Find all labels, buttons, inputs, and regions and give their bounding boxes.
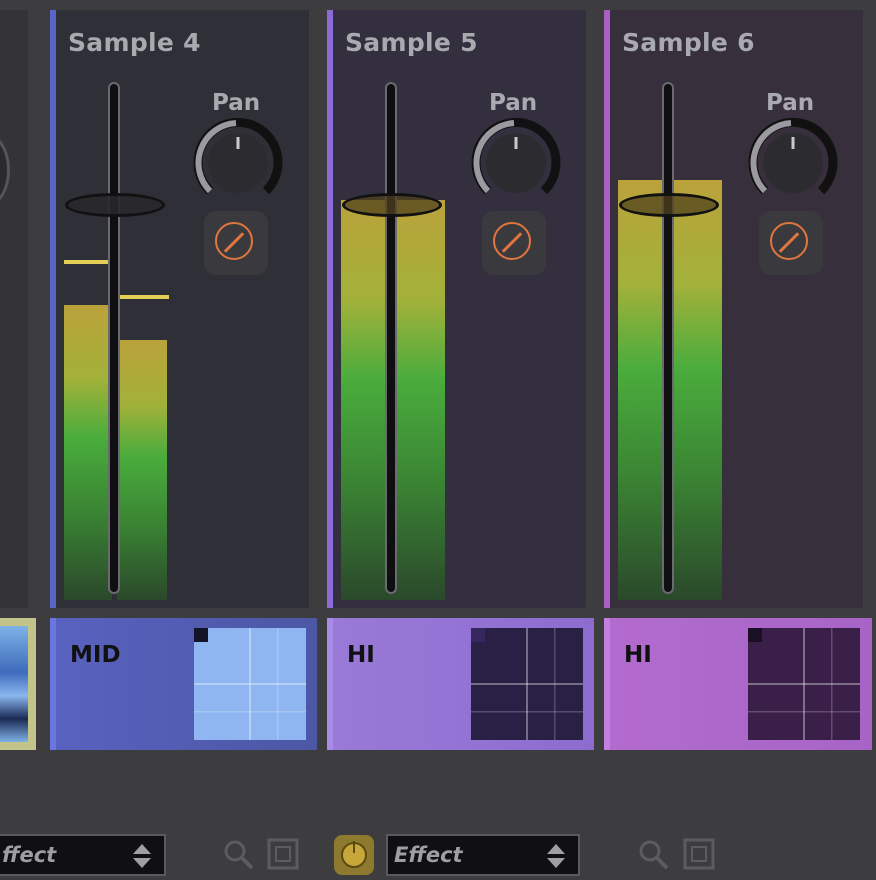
scene-accent: [604, 618, 610, 750]
peak-indicator: [64, 260, 114, 264]
pan-label: Pan: [766, 90, 815, 116]
volume-fader-track[interactable]: [385, 82, 397, 594]
grid-lines: [748, 628, 860, 740]
strip-partial-left: [0, 10, 28, 608]
pan-label: Pan: [212, 90, 261, 116]
pan-knob[interactable]: [190, 115, 286, 211]
effect-select-text: ffect: [2, 843, 57, 867]
power-button[interactable]: [334, 835, 374, 875]
pan-knob[interactable]: [745, 115, 841, 211]
channel-title: Sample 4: [68, 28, 201, 57]
grid-lines: [471, 628, 583, 740]
strip-accent: [327, 10, 333, 608]
scene-accent: [327, 618, 333, 750]
scene-block-hi-5[interactable]: HI: [327, 618, 594, 750]
level-meter: [117, 340, 167, 600]
mute-button[interactable]: [759, 211, 823, 275]
pan-label: Pan: [489, 90, 538, 116]
effect-select[interactable]: Effect: [386, 834, 580, 876]
pattern-grid: [471, 628, 583, 740]
volume-fader-handle[interactable]: [65, 193, 165, 217]
search-icon[interactable]: [222, 836, 256, 872]
scene-grid-partial: [0, 626, 28, 742]
mute-button[interactable]: [204, 211, 268, 275]
scene-label: HI: [347, 642, 375, 668]
scene-block-hi-6[interactable]: HI: [604, 618, 872, 750]
scene-block-mid[interactable]: MID: [50, 618, 317, 750]
level-meter: [64, 305, 112, 600]
effect-select-left[interactable]: ffect: [0, 834, 166, 876]
search-icon[interactable]: [637, 836, 671, 872]
volume-fader-track[interactable]: [662, 82, 674, 594]
strip-accent: [604, 10, 610, 608]
pan-knob-partial[interactable]: [0, 132, 10, 208]
level-meter: [393, 200, 445, 600]
mute-button[interactable]: [482, 211, 546, 275]
strip-accent: [50, 10, 56, 608]
select-arrows-icon: [546, 842, 566, 870]
level-meter: [670, 180, 722, 600]
select-arrows-icon: [132, 842, 152, 870]
power-icon: [341, 841, 367, 868]
effect-select-text: Effect: [394, 843, 463, 867]
grid-lines: [194, 628, 306, 740]
pattern-grid: [748, 628, 860, 740]
scene-partial-left[interactable]: [0, 618, 36, 750]
pan-knob[interactable]: [468, 115, 564, 211]
scene-label: HI: [624, 642, 652, 668]
square-window-icon[interactable]: [682, 836, 716, 872]
scene-accent: [50, 618, 56, 750]
channel-title: Sample 5: [345, 28, 478, 57]
peak-indicator: [117, 295, 169, 299]
pattern-grid: [194, 628, 306, 740]
volume-fader-handle[interactable]: [619, 193, 719, 217]
square-window-icon[interactable]: [266, 836, 300, 872]
channel-title: Sample 6: [622, 28, 755, 57]
volume-fader-track[interactable]: [108, 82, 120, 594]
volume-fader-handle[interactable]: [342, 193, 442, 217]
scene-label: MID: [70, 642, 121, 668]
